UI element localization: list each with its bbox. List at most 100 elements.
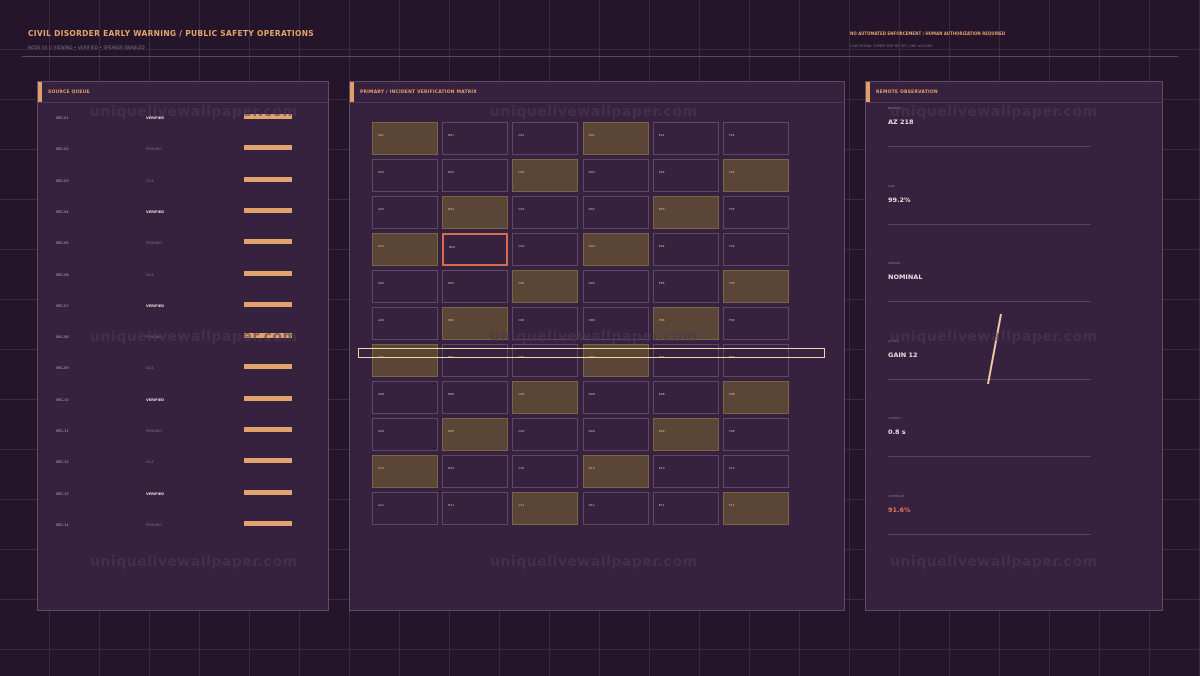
source-id: SRC-03 [56,178,69,183]
matrix-cell[interactable]: E10 [652,455,719,488]
source-queue-row[interactable]: SRC-04 VERIFIED [38,207,328,241]
matrix-cell[interactable]: A11 [372,492,438,525]
source-queue-row[interactable]: SRC-12 IDLE [38,458,328,491]
matrix-cell-selected[interactable]: B04 [442,233,509,266]
matrix-cell[interactable]: F03 [723,196,789,229]
matrix-cell-label: F01 [729,133,735,137]
matrix-cell[interactable]: D06 [582,307,649,340]
matrix-cell[interactable]: D03 [582,196,649,229]
source-queue-row[interactable]: SRC-09 IDLE [38,364,328,397]
matrix-cell[interactable]: E05 [652,270,719,303]
matrix-cell-label: D09 [588,429,595,433]
matrix-cell-label: F03 [729,207,735,211]
metric-value: GAIN 12 [888,350,918,359]
source-signal-bar [244,270,292,276]
matrix-cell[interactable]: B06 [442,307,509,340]
matrix-cell[interactable]: C09 [512,418,579,451]
matrix-cell[interactable]: F10 [723,455,789,488]
matrix-cell[interactable]: C10 [512,455,579,488]
source-queue-row[interactable]: SRC-14 PENDING [38,520,328,554]
matrix-header: PRIMARY / INCIDENT VERIFICATION MATRIX [350,82,844,103]
matrix-cell[interactable]: B02 [442,159,509,192]
matrix-cell[interactable]: D08 [582,381,649,414]
source-queue-row[interactable]: SRC-06 IDLE [38,270,328,304]
matrix-cell-label: E05 [658,281,665,285]
source-queue-row[interactable]: SRC-11 PENDING [38,427,328,460]
source-queue-row[interactable]: SRC-13 VERIFIED [38,489,328,523]
matrix-cell-label: B10 [448,466,455,470]
matrix-cell[interactable]: E11 [652,492,719,525]
matrix-cell[interactable]: D04 [582,233,649,266]
matrix-cell[interactable]: F05 [723,270,789,303]
matrix-cell[interactable]: F08 [723,381,789,414]
matrix-cell[interactable]: E06 [652,307,719,340]
matrix-cell[interactable]: F06 [723,307,789,340]
matrix-cell[interactable]: C06 [512,307,579,340]
matrix-cell[interactable]: F04 [723,233,789,266]
matrix-cell-label: F06 [729,318,735,322]
source-id: SRC-12 [56,460,69,465]
source-queue-row[interactable]: SRC-01 VERIFIED [38,114,328,147]
matrix-cell[interactable]: C03 [512,196,579,229]
matrix-cell[interactable]: F02 [723,159,789,192]
matrix-cell[interactable]: C04 [512,233,579,266]
matrix-cell[interactable]: F11 [723,492,789,525]
matrix-cell[interactable]: A06 [372,307,438,340]
matrix-cell[interactable]: D10 [582,455,649,488]
matrix-cell[interactable]: C01 [512,122,579,155]
matrix-cell[interactable]: E04 [652,233,719,266]
source-queue-row[interactable]: SRC-02 PENDING [38,145,328,178]
source-queue-row[interactable]: SRC-10 VERIFIED [38,395,328,429]
matrix-cell[interactable]: E02 [652,159,719,192]
matrix-cell[interactable]: A10 [372,455,438,488]
source-id: SRC-14 [56,522,69,527]
matrix-cell[interactable]: C05 [512,270,579,303]
matrix-cell[interactable]: D09 [582,418,649,451]
matrix-cell[interactable]: B08 [442,381,509,414]
source-queue-row[interactable]: SRC-08 PENDING [38,333,328,366]
matrix-cell[interactable]: E09 [652,418,719,451]
matrix-cell[interactable]: D02 [582,159,649,192]
matrix-cell[interactable]: C02 [512,159,579,192]
matrix-cell-label: C09 [518,429,525,433]
source-signal-bar [244,176,292,182]
matrix-cell[interactable]: E01 [652,122,719,155]
source-signal-bar [244,395,292,401]
header-accent-bar [350,82,354,102]
matrix-cell[interactable]: D11 [582,492,649,525]
matrix-cell-label: D08 [588,392,595,396]
source-status: PENDING [146,522,162,527]
source-status: IDLE [146,272,154,277]
matrix-cell[interactable]: A02 [372,159,438,192]
matrix-cell[interactable]: A05 [372,270,438,303]
matrix-cell[interactable]: A04 [372,233,438,266]
source-queue-row[interactable]: SRC-07 VERIFIED [38,301,328,335]
page-title: CIVIL DISORDER EARLY WARNING / PUBLIC SA… [28,29,314,38]
source-queue-row[interactable]: SRC-05 PENDING [38,239,328,272]
matrix-cell[interactable]: A08 [372,381,438,414]
matrix-cell[interactable]: D05 [582,270,649,303]
matrix-cell[interactable]: F09 [723,418,789,451]
matrix-cell[interactable]: C08 [512,381,579,414]
matrix-cell[interactable]: B01 [442,122,509,155]
source-status: VERIFIED [146,116,165,120]
matrix-cell[interactable]: D01 [582,122,649,155]
matrix-cell[interactable]: E03 [652,196,719,229]
matrix-cell[interactable]: A03 [372,196,438,229]
matrix-cell[interactable]: B10 [442,455,509,488]
matrix-cell[interactable]: B03 [442,196,509,229]
matrix-cell[interactable]: B11 [442,492,509,525]
matrix-cell-label: E06 [658,318,665,322]
matrix-cell-label: F02 [729,170,735,174]
matrix-cell[interactable]: B09 [442,418,509,451]
source-queue-row[interactable]: SRC-03 IDLE [38,176,328,210]
matrix-cell[interactable]: C11 [512,492,579,525]
metric-value: 99.2% [888,195,911,204]
matrix-cell[interactable]: A09 [372,418,438,451]
matrix-cell-label: D10 [588,466,595,470]
matrix-cell[interactable]: B05 [442,270,509,303]
matrix-cell[interactable]: A01 [372,122,438,155]
matrix-cell[interactable]: F01 [723,122,789,155]
matrix-cell-label: C03 [518,207,525,211]
matrix-cell[interactable]: E08 [652,381,719,414]
